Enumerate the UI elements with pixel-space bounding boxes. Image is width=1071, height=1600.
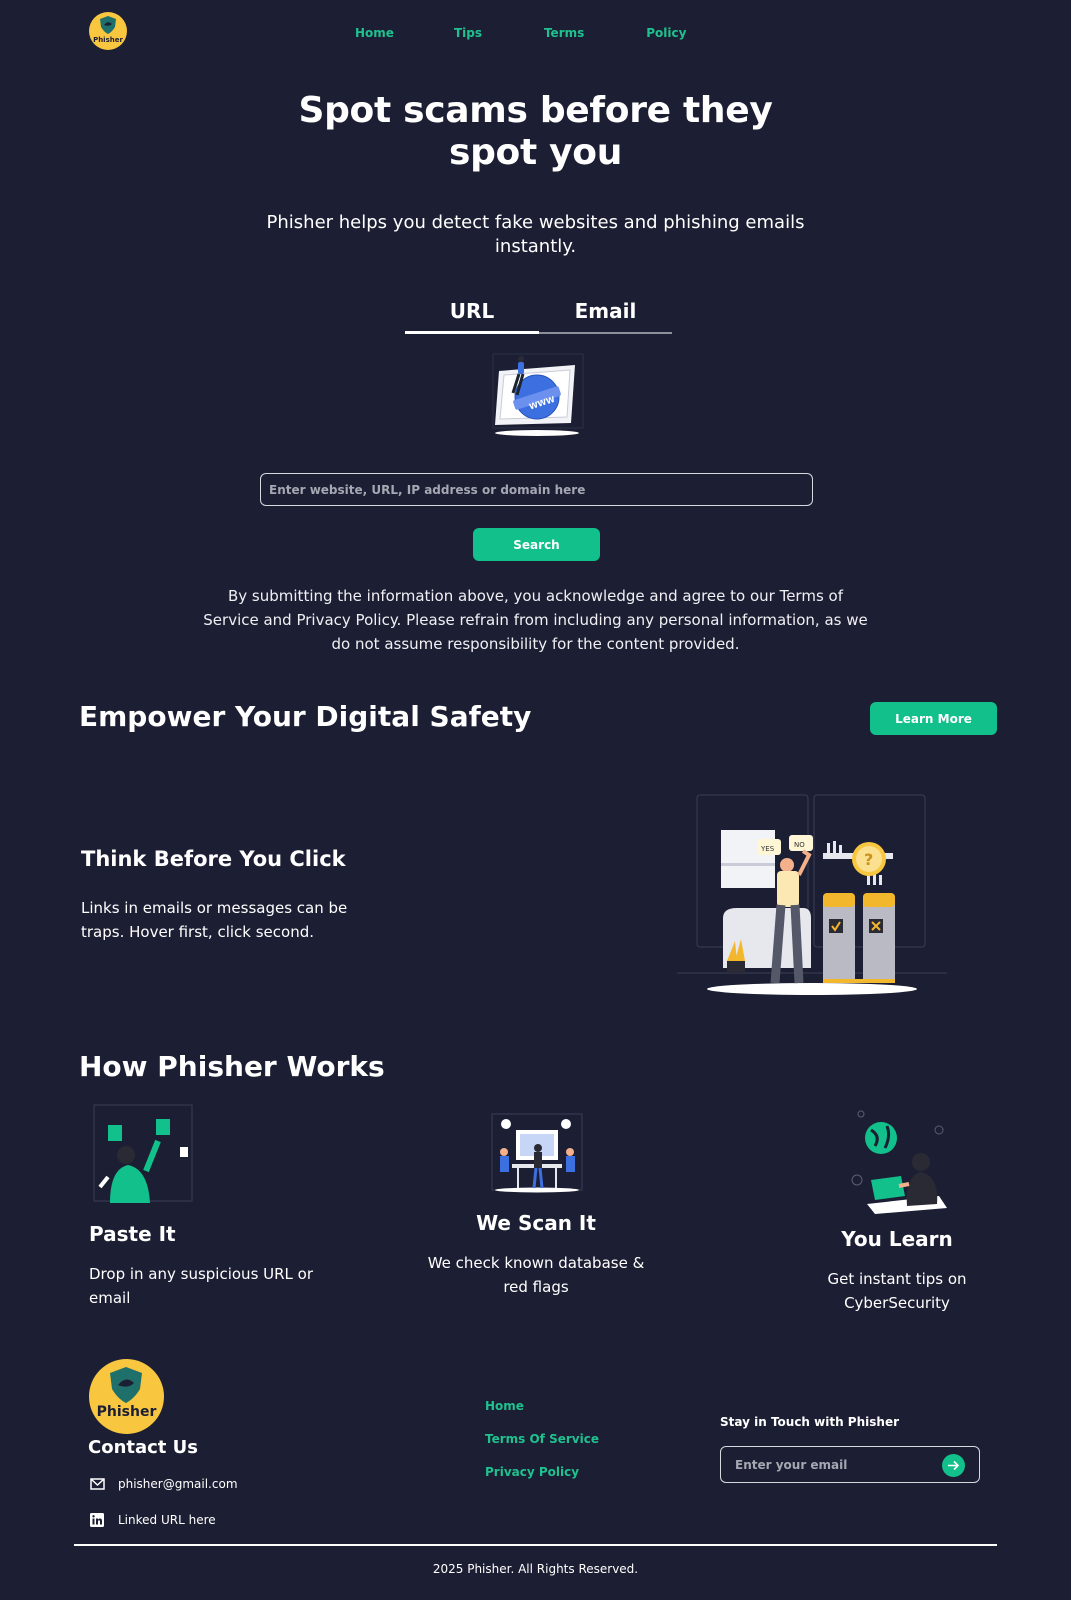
step-title: You Learn <box>841 1227 953 1251</box>
scan-illustration <box>491 1113 583 1193</box>
hero-subtitle: Phisher helps you detect fake websites a… <box>266 212 805 257</box>
nav-home[interactable]: Home <box>355 26 394 40</box>
decision-illustration: YES NO ? <box>677 794 947 995</box>
url-search-input[interactable] <box>260 473 813 506</box>
contact-email-text: phisher@gmail.com <box>118 1477 238 1491</box>
svg-text:?: ? <box>864 850 873 869</box>
step-learn: You Learn Get instant tips on CyberSecur… <box>777 1227 1017 1315</box>
step-title: Paste It <box>89 1222 176 1246</box>
how-it-works-title: How Phisher Works <box>79 1050 385 1083</box>
footer-logo-text: Phisher <box>96 1404 157 1420</box>
contact-title: Contact Us <box>88 1437 199 1458</box>
linkedin-icon <box>89 1512 105 1528</box>
page: Phisher Home Tips Terms Policy Spot scam… <box>0 0 1071 1600</box>
newsletter-email-input[interactable] <box>721 1447 931 1482</box>
main-nav: Home Tips Terms Policy <box>355 26 686 40</box>
mail-icon <box>89 1476 105 1492</box>
logo[interactable]: Phisher <box>89 12 127 50</box>
newsletter-form <box>720 1446 980 1483</box>
think-card-text: Links in emails or messages can be traps… <box>81 899 348 941</box>
fish-shield-icon <box>100 16 116 34</box>
scan-type-tabs: URL Email <box>405 296 672 334</box>
tab-url[interactable]: URL <box>405 296 539 334</box>
search-button[interactable]: Search <box>473 528 600 561</box>
footer-link-privacy[interactable]: Privacy Policy <box>485 1465 599 1482</box>
arrow-right-icon <box>948 1460 960 1471</box>
footer-links: Home Terms Of Service Privacy Policy <box>485 1399 599 1498</box>
footer-logo[interactable]: Phisher <box>89 1359 164 1434</box>
illus-no-label: NO <box>794 841 805 849</box>
contact-linkedin[interactable]: Linked URL here <box>89 1512 216 1528</box>
footer-link-home[interactable]: Home <box>485 1399 599 1416</box>
hero-title-line-1: Spot scams before they <box>298 90 773 131</box>
contact-email[interactable]: phisher@gmail.com <box>89 1476 238 1492</box>
footer-divider <box>74 1544 997 1546</box>
step-text: We check known database & red flags <box>427 1254 645 1296</box>
contact-linkedin-text: Linked URL here <box>118 1513 216 1527</box>
fish-shield-icon <box>110 1367 142 1403</box>
copyright-text: 2025 Phisher. All Rights Reserved. <box>432 1562 639 1576</box>
footer-link-terms[interactable]: Terms Of Service <box>485 1432 599 1449</box>
hero-title-line-2: spot you <box>448 132 623 173</box>
step-title: We Scan It <box>476 1211 596 1235</box>
empower-title: Empower Your Digital Safety <box>79 700 532 733</box>
learn-more-button[interactable]: Learn More <box>870 702 997 735</box>
hero-title: Spot scams before they spot you <box>0 90 1071 174</box>
tab-email[interactable]: Email <box>539 296 672 334</box>
www-globe-illustration: WWW <box>492 353 584 436</box>
illus-yes-label: YES <box>760 845 775 853</box>
newsletter-submit-button[interactable] <box>942 1454 965 1477</box>
step-scan: We Scan It We check known database & red… <box>416 1211 656 1299</box>
nav-policy[interactable]: Policy <box>646 26 686 40</box>
learn-illustration <box>851 1110 947 1214</box>
nav-terms[interactable]: Terms <box>544 26 584 40</box>
step-text: Get instant tips on CyberSecurity <box>827 1270 967 1312</box>
step-paste: Paste It Drop in any suspicious URL or e… <box>89 1222 319 1310</box>
logo-text: Phisher <box>93 36 123 44</box>
paste-illustration <box>93 1104 193 1203</box>
disclaimer-text: By submitting the information above, you… <box>203 587 868 653</box>
step-text: Drop in any suspicious URL or email <box>89 1265 314 1307</box>
think-card-title: Think Before You Click <box>81 847 346 871</box>
newsletter-title: Stay in Touch with Phisher <box>720 1415 900 1429</box>
nav-tips[interactable]: Tips <box>454 26 482 40</box>
